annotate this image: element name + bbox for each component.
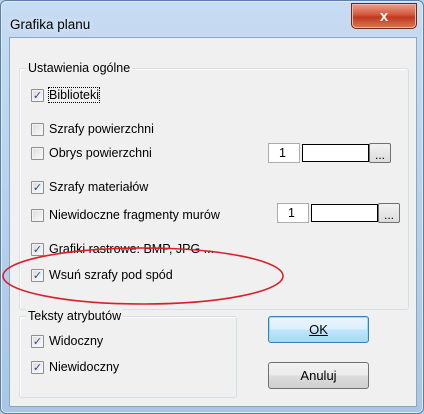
- checkbox-label: Wsuń szrafy pod spód: [49, 268, 173, 282]
- checkbox-obrys-powierzchni[interactable]: Obrys powierzchni: [31, 144, 152, 162]
- checkmark-icon: ✓: [32, 360, 43, 374]
- obrys-settings: 1 ...: [268, 142, 391, 164]
- ok-button-label: OK: [309, 322, 328, 337]
- title-bar[interactable]: Grafika planu x: [1, 1, 423, 37]
- checkbox-biblioteki[interactable]: ✓ Biblioteki: [31, 86, 101, 104]
- mury-browse-button[interactable]: ...: [378, 203, 400, 223]
- checkbox-box[interactable]: ✓: [31, 360, 44, 374]
- dialog-window: Grafika planu x Ustawienia ogólne ✓ Bibl…: [0, 0, 424, 414]
- checkbox-niewidoczny[interactable]: ✓ Niewidoczny: [31, 358, 119, 376]
- checkbox-box[interactable]: ✓: [31, 88, 44, 102]
- checkmark-icon: ✓: [32, 334, 43, 348]
- mury-color-swatch[interactable]: [311, 204, 378, 222]
- cancel-button-label: Anuluj: [300, 368, 337, 383]
- checkbox-wsun-szrafy[interactable]: ✓ Wsuń szrafy pod spód: [31, 266, 173, 284]
- checkbox-szrafy-powierzchni[interactable]: Szrafy powierzchni: [31, 120, 154, 138]
- checkbox-box[interactable]: [31, 208, 44, 222]
- mury-width-field[interactable]: 1: [277, 203, 309, 223]
- checkbox-niewidoczne-fragmenty[interactable]: Niewidoczne fragmenty murów: [31, 206, 220, 224]
- dialog-body: Ustawienia ogólne ✓ Biblioteki Szrafy po…: [9, 37, 417, 407]
- checkbox-box[interactable]: [31, 122, 44, 136]
- ok-button[interactable]: OK: [268, 316, 369, 343]
- close-button[interactable]: x: [351, 3, 417, 29]
- checkbox-label: Niewidoczny: [49, 360, 120, 374]
- checkbox-box[interactable]: ✓: [31, 242, 44, 256]
- mury-settings: 1 ...: [277, 202, 400, 224]
- checkbox-label: Grafiki rastrowe: BMP, JPG ...: [49, 242, 215, 256]
- checkmark-icon: ✓: [32, 88, 43, 102]
- checkbox-grafiki-rastrowe[interactable]: ✓ Grafiki rastrowe: BMP, JPG ...: [31, 240, 214, 258]
- checkbox-box[interactable]: ✓: [31, 268, 44, 282]
- checkmark-icon: ✓: [32, 242, 43, 256]
- obrys-width-field[interactable]: 1: [268, 143, 300, 163]
- cancel-button[interactable]: Anuluj: [268, 362, 369, 389]
- checkbox-label: Szrafy materiałów: [49, 180, 149, 194]
- obrys-color-swatch[interactable]: [302, 144, 369, 162]
- checkbox-widoczny[interactable]: ✓ Widoczny: [31, 332, 103, 350]
- general-settings-label: Ustawienia ogólne: [26, 61, 133, 75]
- checkbox-box[interactable]: ✓: [31, 180, 44, 194]
- checkmark-icon: ✓: [32, 180, 43, 194]
- checkbox-label: Biblioteki: [47, 87, 101, 103]
- checkbox-label: Szrafy powierzchni: [49, 122, 154, 136]
- checkbox-label: Widoczny: [49, 334, 104, 348]
- attribute-texts-label: Teksty atrybutów: [26, 309, 124, 323]
- attribute-texts-group: Teksty atrybutów: [19, 309, 237, 398]
- window-title: Grafika planu: [10, 17, 91, 32]
- checkbox-label: Niewidoczne fragmenty murów: [49, 208, 220, 222]
- close-icon: x: [379, 7, 389, 25]
- checkbox-label: Obrys powierzchni: [49, 146, 152, 160]
- checkbox-box[interactable]: [31, 146, 44, 160]
- checkbox-szrafy-materialow[interactable]: ✓ Szrafy materiałów: [31, 178, 148, 196]
- checkbox-box[interactable]: ✓: [31, 334, 44, 348]
- obrys-browse-button[interactable]: ...: [369, 143, 391, 163]
- checkmark-icon: ✓: [32, 268, 43, 282]
